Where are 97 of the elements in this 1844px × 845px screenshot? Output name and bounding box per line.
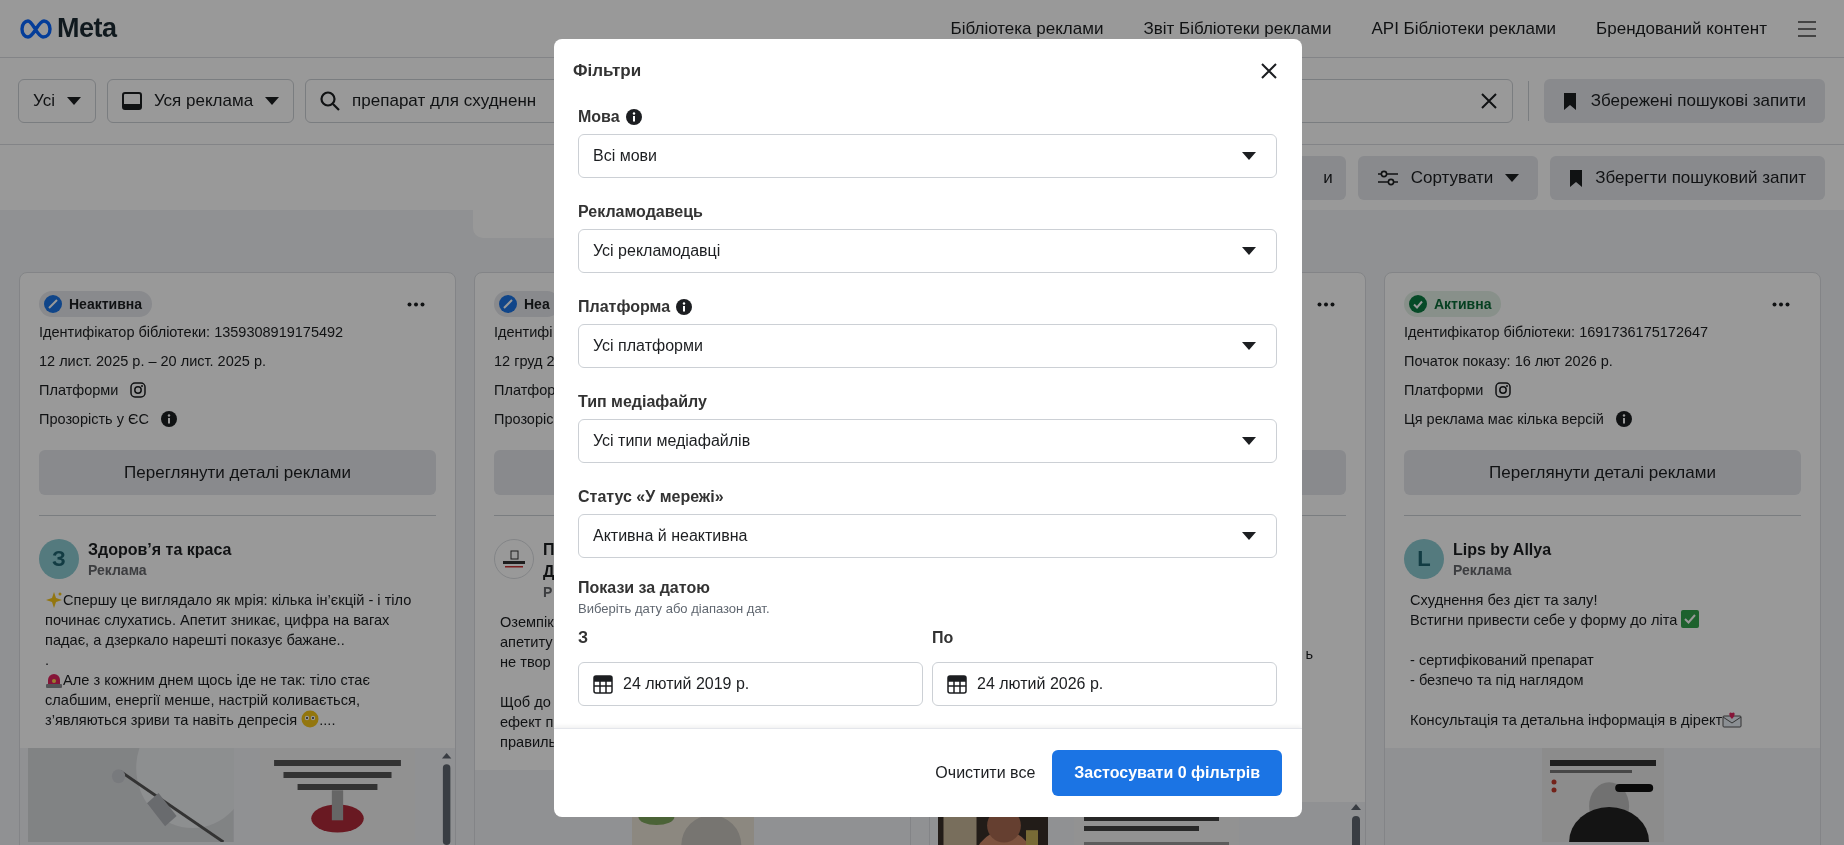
nav-link[interactable]: Звіт Бібліотеки реклами	[1143, 18, 1332, 39]
more-icon[interactable]	[1317, 302, 1335, 307]
apply-button[interactable]: Застосувати 0 фільтрів	[1052, 750, 1282, 796]
tablet-icon	[121, 92, 142, 110]
menu-icon[interactable]	[1797, 19, 1817, 38]
info-text: Ідентифі	[494, 323, 553, 340]
date-field[interactable]: 24 лютий 2019 р.	[578, 662, 923, 706]
caret-icon	[1242, 342, 1256, 350]
nav-link[interactable]: API Бібліотеки реклами	[1371, 18, 1557, 39]
dropdown[interactable]: Усі платформи	[578, 324, 1277, 368]
camera-icon	[130, 381, 147, 398]
field-label: По	[932, 628, 955, 648]
siren-icon	[45, 672, 63, 688]
saved-searches-button[interactable]: Збережені пошукові запити	[1543, 79, 1825, 123]
info-text: Ідентифікатор бібліотеки: 1359308919175492	[39, 323, 344, 340]
info-text: 12 лист. 2025 р. – 20 лист. 2025 р.	[39, 352, 266, 369]
info-text: Прозоріс	[494, 410, 554, 427]
advertiser-name[interactable]: Здоров’я та краса	[88, 539, 232, 561]
sort-button[interactable]: Сортувати	[1357, 155, 1539, 200]
slash-circle-icon	[499, 295, 517, 313]
section-label: Покази за датою	[578, 578, 711, 598]
info-text: Ця реклама має кілька версій	[1404, 410, 1604, 427]
avatar: L	[1404, 539, 1444, 579]
dropdown[interactable]: Активна й неактивна	[578, 514, 1277, 558]
date-field[interactable]: 24 лютий 2026 р.	[932, 662, 1277, 706]
logo-icon[interactable]	[18, 18, 54, 39]
info-icon[interactable]	[625, 109, 642, 125]
caret-icon	[66, 97, 81, 105]
dropdown[interactable]: Усі типи медіафайлів	[578, 419, 1277, 463]
clear-all-button[interactable]: Очистити все	[935, 752, 1036, 794]
info-text: Прозорість у ЄС	[39, 410, 149, 427]
category-dropdown[interactable]: Уся реклама	[106, 79, 295, 123]
camera-icon	[1495, 381, 1512, 398]
brand-name[interactable]: Meta	[57, 13, 117, 44]
avatar: З	[39, 539, 79, 579]
search-icon	[320, 91, 341, 111]
info-text: Початок показу: 16 лют 2026 р.	[1404, 352, 1613, 369]
bookmark-icon	[1569, 168, 1584, 187]
calendar-icon	[593, 674, 613, 694]
post-text: Консультація та детальна інформація в дірект	[1410, 710, 1743, 730]
nav-link[interactable]: Брендований контент	[1596, 18, 1767, 39]
info-text: Платфор	[494, 381, 556, 398]
post-text: ь	[1305, 645, 1313, 664]
sponsored-label: Реклама	[88, 561, 148, 579]
slash-circle-icon	[44, 295, 62, 313]
info-icon[interactable]	[160, 410, 177, 427]
nav-link[interactable]: Бібліотека реклами	[950, 18, 1104, 39]
post-text: Щоб до ефект п правиль	[500, 693, 557, 752]
field-label: Мова	[578, 108, 620, 126]
info-icon[interactable]	[676, 299, 693, 315]
status-badge: Активна	[1404, 291, 1502, 317]
envelope-icon	[1722, 710, 1743, 728]
post-text: Схуднення без дієт та залу! Встигни привести себе у форму до літа	[1410, 590, 1700, 630]
checkmark-icon	[1681, 610, 1700, 628]
calendar-icon	[947, 674, 967, 694]
status-badge: Неактивна	[39, 291, 152, 317]
post-text: - сертифікований препарат - безпечо та під наглядом	[1410, 651, 1594, 690]
more-icon[interactable]	[1772, 302, 1790, 307]
field-label: З	[578, 628, 590, 648]
logo-avatar-icon	[494, 539, 534, 579]
caret-icon	[1242, 532, 1256, 540]
bookmark-icon	[1562, 92, 1577, 110]
details-button[interactable]: Переглянути деталі реклами	[1404, 450, 1801, 495]
info-text: Платформи	[39, 381, 119, 398]
field-label: Тип медіафайлу	[578, 393, 707, 411]
more-icon[interactable]	[407, 302, 425, 307]
advertiser-name[interactable]: П Д	[543, 539, 555, 583]
caret-icon	[1242, 247, 1256, 255]
advertiser-name[interactable]: Lips by Allya	[1453, 539, 1552, 561]
hint-text: Виберіть дату або діапазон дат.	[578, 600, 771, 618]
info-icon[interactable]	[1615, 410, 1632, 427]
field-label: Платформа	[578, 298, 671, 316]
dialog-title: Фільтри	[573, 61, 642, 81]
country-dropdown[interactable]: Усі	[18, 79, 96, 123]
dropdown[interactable]: Всі мови	[578, 134, 1277, 178]
caret-icon	[1505, 173, 1520, 182]
caret-icon	[1242, 152, 1256, 160]
post-text: Оземпік апетиту не твор	[500, 613, 554, 672]
emoji-face-icon	[301, 710, 320, 728]
post-text: Спершу це виглядало як мрія: кілька ін’єкцій - і тіло починає слухатись. Апетит зникає, цифра на вагах падає, а дзеркало нарешті показує бажане.. . Але з кожним днем щось іде не так: тіло стає слабшим, енергії менше, настрій коливається, з’являються зриви та навіть депресія ....	[45, 591, 413, 730]
dropdown[interactable]: Усі рекламодавці	[578, 229, 1277, 273]
sponsored-label: Р	[543, 583, 554, 601]
caret-icon	[1242, 437, 1256, 445]
field-label: Рекламодавець	[578, 203, 703, 221]
check-circle-icon	[1409, 295, 1427, 313]
info-text: 12 груд 2	[494, 352, 555, 369]
clear-icon[interactable]	[1479, 92, 1498, 110]
caret-icon	[265, 97, 280, 105]
sponsored-label: Реклама	[1453, 561, 1513, 579]
sparkle-icon	[45, 592, 63, 608]
info-text: Платформи	[1404, 381, 1484, 398]
close-icon[interactable]	[1260, 62, 1278, 80]
field-label: Статус «У мережі»	[578, 488, 724, 506]
sliders-icon	[1376, 168, 1399, 187]
save-search-button[interactable]: Зберегти пошуковий запит	[1550, 155, 1825, 200]
details-button[interactable]: Переглянути деталі реклами	[39, 450, 436, 495]
info-text: Ідентифікатор бібліотеки: 1691736175172647	[1404, 323, 1709, 340]
